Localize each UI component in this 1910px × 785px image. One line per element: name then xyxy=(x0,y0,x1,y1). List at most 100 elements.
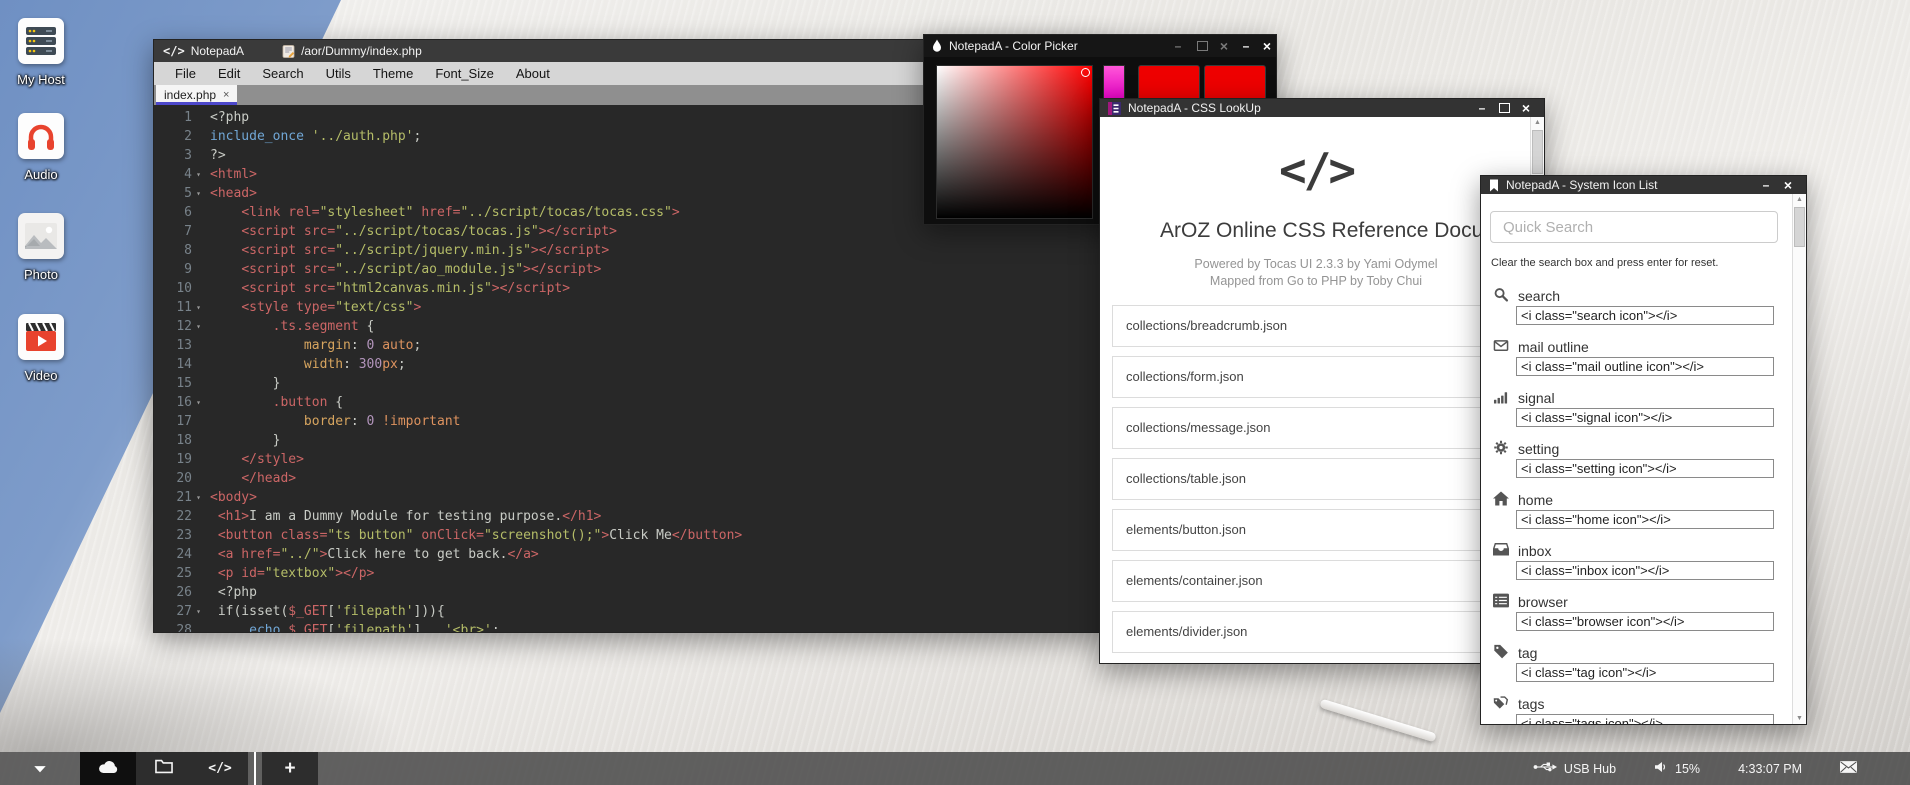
desktop-icon-audio[interactable]: Audio xyxy=(0,113,82,182)
minimize-button[interactable]: – xyxy=(1237,35,1255,57)
taskbar-tab-desktop[interactable] xyxy=(80,752,136,785)
code-line: 17 border: 0 !important xyxy=(154,412,1105,431)
scroll-up-icon[interactable]: ▲ xyxy=(1793,196,1806,203)
menu-font-size[interactable]: Font_Size xyxy=(424,62,505,85)
menu-utils[interactable]: Utils xyxy=(315,62,362,85)
line-number: 11 xyxy=(154,298,192,317)
fold-gutter xyxy=(192,412,205,431)
hue-strip[interactable] xyxy=(1103,65,1125,101)
fold-gutter xyxy=(192,108,205,127)
css-lookup-item[interactable]: collections/message.json xyxy=(1112,407,1518,449)
menu-edit[interactable]: Edit xyxy=(207,62,251,85)
scrollbar-thumb[interactable] xyxy=(1532,130,1543,174)
color-gradient-picker[interactable] xyxy=(936,65,1093,219)
close-button[interactable]: × xyxy=(1214,35,1234,57)
window-system-icon-list: NotepadA - System Icon List – × Clear th… xyxy=(1480,175,1807,725)
droplet-icon xyxy=(932,39,942,53)
desktop-icon-my-host[interactable]: My Host xyxy=(0,18,82,87)
fold-caret-icon[interactable]: ▾ xyxy=(192,165,205,184)
color-swatch-red-2[interactable] xyxy=(1204,65,1266,101)
fold-caret-icon[interactable]: ▾ xyxy=(192,602,205,621)
headphones-icon xyxy=(18,146,64,163)
tab-index-php[interactable]: index.php × xyxy=(156,85,237,105)
icon-code-input[interactable] xyxy=(1516,408,1774,427)
line-number: 9 xyxy=(154,260,192,279)
close-button[interactable]: × xyxy=(1516,99,1536,117)
search-input[interactable] xyxy=(1490,211,1778,243)
mail-outline-icon xyxy=(1493,338,1510,354)
minimize-button[interactable]: – xyxy=(1168,35,1188,57)
volume-status[interactable]: 15% xyxy=(1654,761,1700,776)
fold-caret-icon[interactable]: ▾ xyxy=(192,317,205,336)
code-text: </style> xyxy=(205,450,304,469)
scrollbar[interactable]: ▲ ▼ xyxy=(1792,194,1806,724)
line-number: 8 xyxy=(154,241,192,260)
fold-caret-icon[interactable]: ▾ xyxy=(192,488,205,507)
css-lookup-item[interactable]: collections/table.json xyxy=(1112,458,1518,500)
fold-caret-icon[interactable]: ▾ xyxy=(192,393,205,412)
usb-status[interactable]: USB Hub xyxy=(1533,761,1616,776)
icon-code-input[interactable] xyxy=(1516,357,1774,376)
csslookup-titlebar[interactable]: NotepadA - CSS LookUp – × xyxy=(1100,99,1544,117)
fold-caret-icon[interactable]: ▾ xyxy=(192,184,205,203)
css-lookup-item[interactable]: elements/divider.json xyxy=(1112,611,1518,653)
fold-caret-icon[interactable]: ▾ xyxy=(192,298,205,317)
fold-gutter xyxy=(192,241,205,260)
menu-about[interactable]: About xyxy=(505,62,561,85)
code-line: 8 <script src="../script/jquery.min.js">… xyxy=(154,241,1105,260)
desktop-icon-photo[interactable]: Photo xyxy=(0,213,82,282)
icon-code-input[interactable] xyxy=(1516,714,1774,724)
code-text: <link rel="stylesheet" href="../script/t… xyxy=(205,203,680,222)
css-lookup-item[interactable]: elements/button.json xyxy=(1112,509,1518,551)
menu-search[interactable]: Search xyxy=(251,62,314,85)
code-text: <?php xyxy=(205,108,249,127)
tab-close-icon[interactable]: × xyxy=(223,89,229,101)
line-number: 13 xyxy=(154,336,192,355)
notifications-button[interactable] xyxy=(1840,761,1864,776)
desktop-icon-video[interactable]: Video xyxy=(0,314,82,383)
scroll-down-icon[interactable]: ▼ xyxy=(1793,715,1806,722)
color-cursor[interactable] xyxy=(1081,68,1090,77)
code-text: <script src="../script/ao_module.js"></s… xyxy=(205,260,601,279)
menu-theme[interactable]: Theme xyxy=(362,62,424,85)
icon-code-input[interactable] xyxy=(1516,663,1774,682)
icon-code-input[interactable] xyxy=(1516,306,1774,325)
editor-open-file-path: /aor/Dummy/index.php xyxy=(301,44,422,58)
code-logo-icon: </> xyxy=(1100,143,1532,197)
scroll-up-icon[interactable]: ▲ xyxy=(1531,119,1544,126)
css-lookup-item[interactable]: collections/form.json xyxy=(1112,356,1518,398)
icon-code-input[interactable] xyxy=(1516,459,1774,478)
color-swatch-red-1[interactable] xyxy=(1138,65,1200,101)
colorpicker-titlebar[interactable]: NotepadA - Color Picker – × – × xyxy=(924,35,1276,57)
scrollbar-thumb[interactable] xyxy=(1794,207,1805,247)
css-lookup-item[interactable]: collections/breadcrumb.json xyxy=(1112,305,1518,347)
minimize-button[interactable]: – xyxy=(1472,99,1492,117)
folder-icon xyxy=(153,759,175,779)
taskbar-menu-button[interactable] xyxy=(0,752,80,785)
desktop-icon-label: Photo xyxy=(0,267,82,282)
minimize-button[interactable]: – xyxy=(1756,176,1776,194)
taskbar-tab-editor[interactable]: </> xyxy=(192,752,248,785)
css-lookup-item[interactable]: elements/container.json xyxy=(1112,560,1518,602)
taskbar-tab-files[interactable] xyxy=(136,752,192,785)
icon-entry-home: home xyxy=(1493,491,1783,531)
taskbar-add-tab-button[interactable]: + xyxy=(262,752,318,785)
code-text: } xyxy=(205,431,280,450)
code-text: </head> xyxy=(205,469,296,488)
code-text: <style type="text/css"> xyxy=(205,298,421,317)
icon-code-input[interactable] xyxy=(1516,510,1774,529)
fold-gutter xyxy=(192,203,205,222)
close-button[interactable]: × xyxy=(1778,176,1798,194)
icon-code-input[interactable] xyxy=(1516,561,1774,580)
iconlist-titlebar[interactable]: NotepadA - System Icon List – × xyxy=(1481,176,1806,194)
maximize-button[interactable] xyxy=(1494,99,1514,117)
clock[interactable]: 4:33:07 PM xyxy=(1738,762,1802,776)
icon-name: setting xyxy=(1518,441,1559,457)
fold-gutter xyxy=(192,127,205,146)
menu-file[interactable]: File xyxy=(164,62,207,85)
icon-code-input[interactable] xyxy=(1516,612,1774,631)
close-button[interactable]: × xyxy=(1257,35,1277,57)
maximize-button[interactable] xyxy=(1192,35,1212,57)
code-line: 27▾ if(isset($_GET['filepath'])){ xyxy=(154,602,1105,621)
browser-icon xyxy=(1493,593,1510,609)
